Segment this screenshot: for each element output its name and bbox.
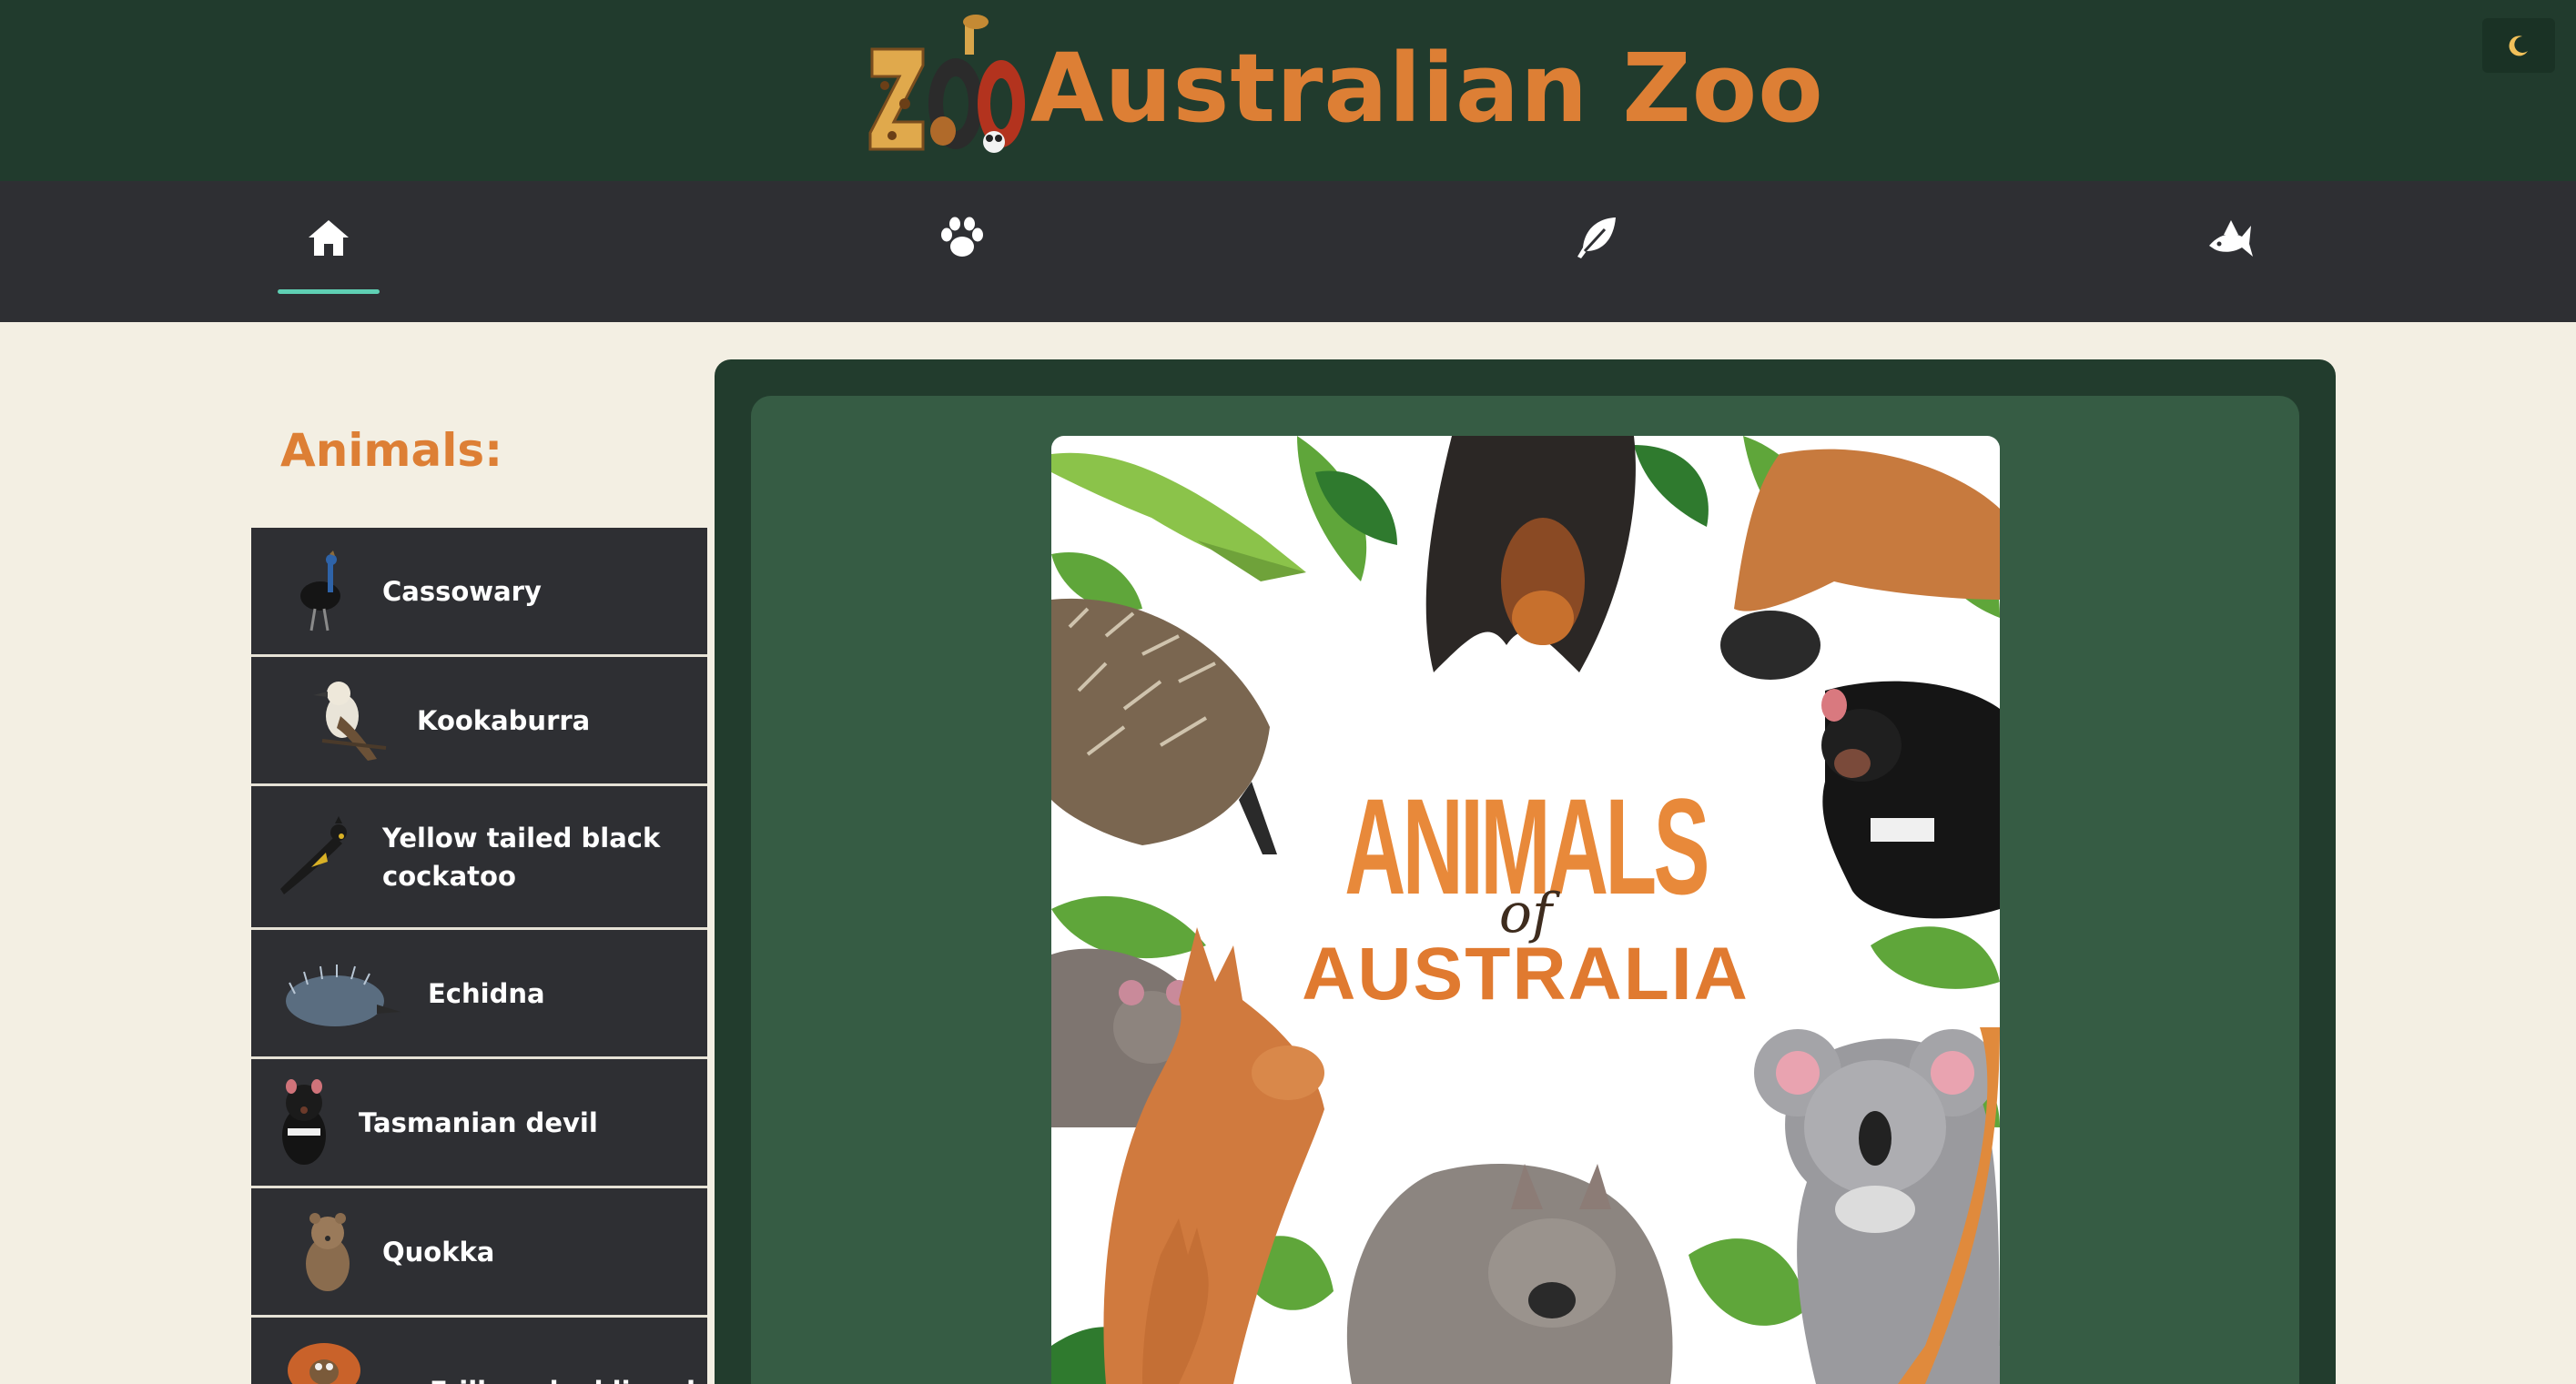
animal-item-tasmanian-devil[interactable]: Tasmanian devil	[251, 1059, 707, 1188]
cockatoo-icon	[280, 815, 347, 894]
animals-of-australia-poster: ANIMALS of AUSTRALIA	[1051, 436, 2000, 1384]
site-title: Australian Zoo	[1030, 33, 1824, 144]
moon-icon	[2509, 35, 2528, 56]
site-header: Australian Zoo	[0, 0, 2576, 181]
animal-label: Frill-necked lizard	[430, 1372, 695, 1384]
animal-label: Echidna	[428, 977, 545, 1009]
main-nav	[0, 181, 2576, 322]
animal-label: Yellow tailed black cockatoo	[382, 822, 661, 892]
kookaburra-icon	[313, 681, 387, 761]
animal-label: Quokka	[382, 1236, 495, 1268]
echidna-icon	[286, 964, 401, 1026]
nav-birds[interactable]	[1546, 181, 1648, 294]
poster-title-australia: AUSTRALIA	[1302, 933, 1749, 1015]
nav-animals[interactable]	[911, 181, 1013, 294]
animal-label: Tasmanian devil	[359, 1106, 598, 1138]
fish-icon	[2209, 220, 2253, 257]
nav-sea-life[interactable]	[2179, 181, 2281, 294]
feather-icon	[1577, 217, 1616, 258]
sidebar-title: Animals:	[280, 424, 503, 477]
animal-item-quokka[interactable]: Quokka	[251, 1188, 707, 1318]
animal-item-cockatoo[interactable]: Yellow tailed black cockatoo	[251, 786, 707, 930]
tasmanian-devil-icon	[282, 1078, 326, 1165]
main-panel: ANIMALS of AUSTRALIA	[715, 359, 2336, 1384]
zoo-logo	[868, 15, 1025, 153]
animal-label: Kookaburra	[417, 704, 591, 736]
animal-item-kookaburra[interactable]: Kookaburra	[251, 657, 707, 786]
lizard-icon	[288, 1343, 360, 1384]
main-panel-inner: ANIMALS of AUSTRALIA	[751, 396, 2299, 1384]
animal-item-frill-necked-lizard[interactable]: Frill-necked lizard	[251, 1318, 707, 1384]
cassowary-icon	[300, 550, 340, 631]
quokka-icon	[306, 1212, 350, 1291]
home-icon	[309, 220, 349, 256]
animal-label: Cassowary	[382, 575, 542, 607]
animal-list: Cassowary Kookaburra Yellow tailed black…	[251, 528, 707, 1384]
animal-item-cassowary[interactable]: Cassowary	[251, 528, 707, 657]
theme-toggle-button[interactable]	[2482, 18, 2555, 73]
nav-home[interactable]	[278, 181, 380, 294]
paw-icon	[941, 217, 983, 257]
animal-item-echidna[interactable]: Echidna	[251, 930, 707, 1059]
